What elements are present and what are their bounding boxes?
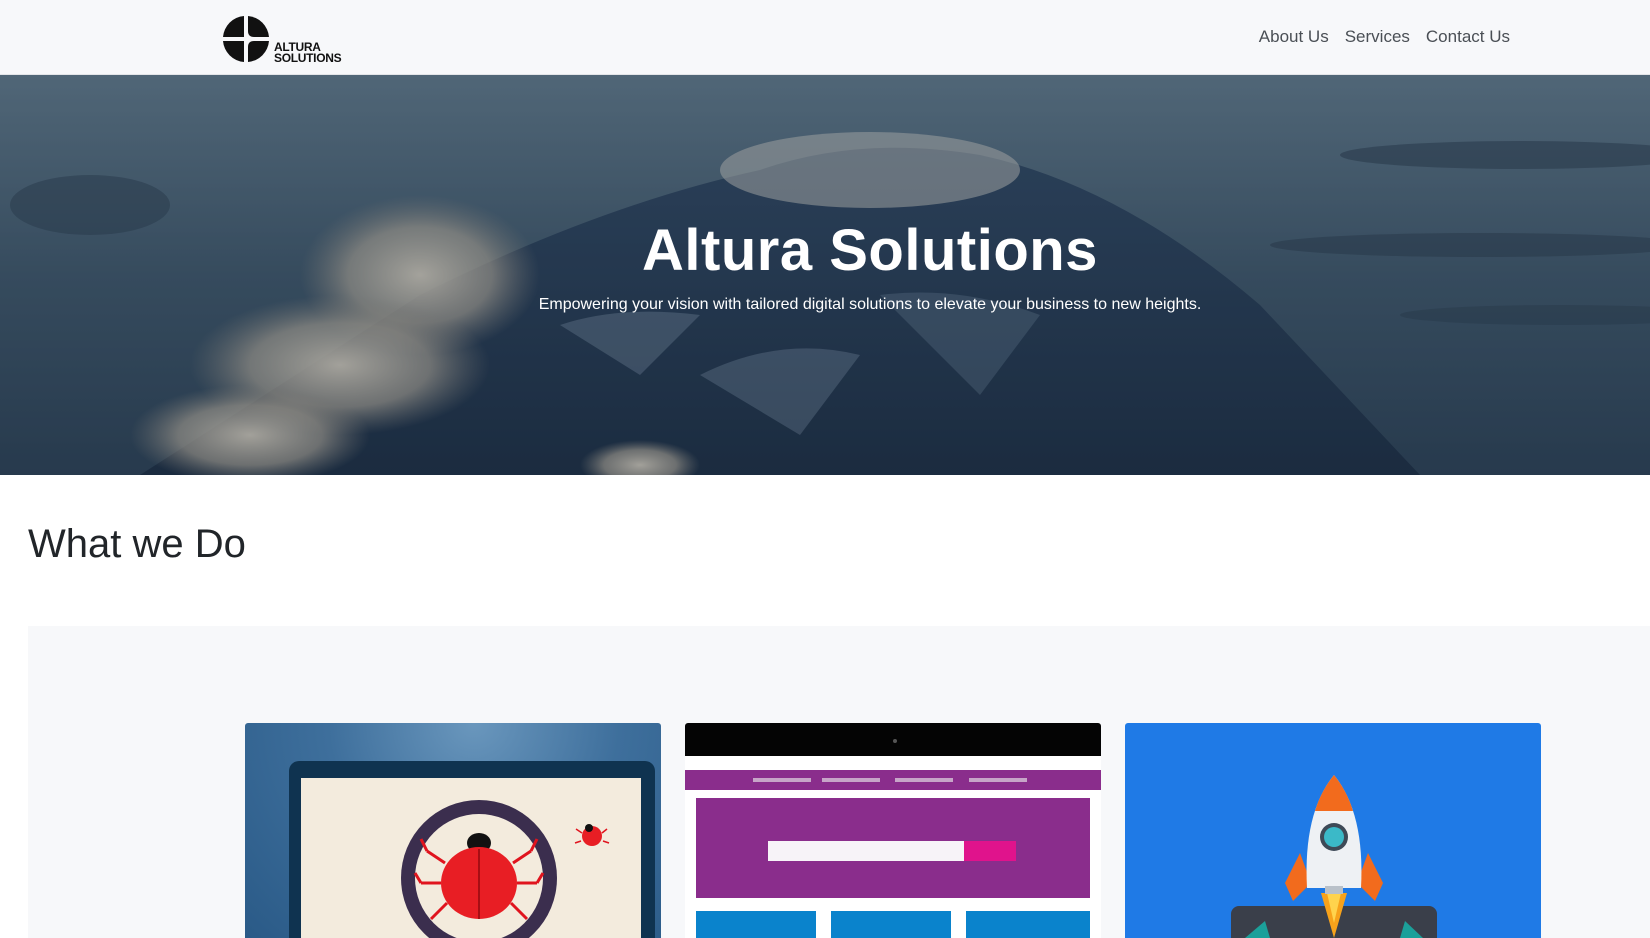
nav-links: About Us Services Contact Us: [1259, 27, 1510, 47]
bug-magnifier-icon: [289, 761, 655, 938]
services-cards-container: [28, 626, 1650, 938]
website-mockup-icon: [685, 723, 1101, 938]
service-card-launch[interactable]: [1125, 723, 1541, 938]
brand-logo[interactable]: ALTURA SOLUTIONS: [221, 12, 342, 65]
section-title: What we Do: [28, 522, 246, 566]
nav-contact-us[interactable]: Contact Us: [1426, 27, 1510, 47]
logo-mark-icon: [223, 16, 269, 62]
nav-about-us[interactable]: About Us: [1259, 27, 1329, 47]
service-card-web-design[interactable]: [685, 723, 1101, 938]
logo-text: ALTURA SOLUTIONS: [274, 41, 342, 65]
rocket-launch-icon: [1231, 775, 1437, 938]
hero-subtitle: Empowering your vision with tailored dig…: [538, 296, 1202, 313]
nav-services[interactable]: Services: [1345, 27, 1410, 47]
hero-title: Altura Solutions: [642, 218, 1098, 283]
hero-banner: Altura Solutions Empowering your vision …: [0, 75, 1650, 475]
service-card-debugging[interactable]: [245, 723, 661, 938]
logo-line-2: SOLUTIONS: [274, 51, 342, 65]
navbar: ALTURA SOLUTIONS About Us Services Conta…: [0, 0, 1650, 75]
